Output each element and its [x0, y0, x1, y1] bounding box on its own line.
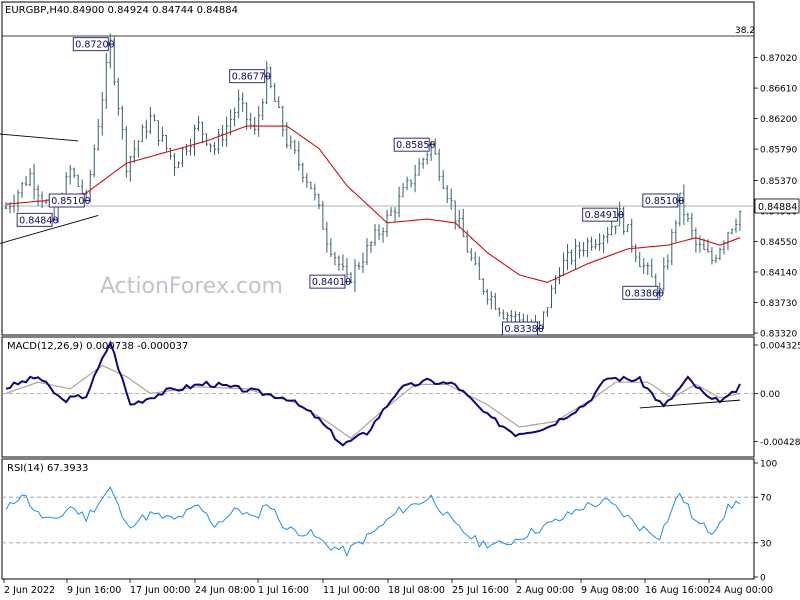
- x-tick-label: 2 Aug 00:00: [516, 585, 574, 596]
- x-tick-label: 25 Jul 16:00: [452, 585, 509, 596]
- x-tick-label: 16 Aug 16:00: [645, 585, 709, 596]
- rsi-y-tick: 100: [760, 460, 777, 470]
- x-tick-label: 24 Aug 00:00: [709, 585, 773, 596]
- price-label-text: 0.86770: [232, 72, 271, 83]
- x-tick-label: 17 Jun 00:00: [130, 585, 190, 596]
- x-tick-label: 2 Jun 2022: [4, 585, 55, 596]
- price-y-tick: 0.86200: [760, 115, 797, 125]
- price-label-0: 0.87200: [72, 37, 115, 52]
- price-label-text: 0.84010: [312, 277, 351, 288]
- macd-y-tick: 0.00: [760, 390, 780, 400]
- chart-ohlc: 0.84900 0.84924 0.84744 0.84884: [63, 5, 238, 16]
- current-price-value: 0.84884: [758, 202, 797, 213]
- price-label-2: 0.85850: [393, 137, 435, 152]
- price-y-tick: 0.84140: [760, 268, 797, 278]
- price-label-text: 0.85100: [645, 196, 684, 207]
- price-y-tick: 0.84550: [760, 238, 797, 248]
- x-tick-label: 9 Jun 16:00: [67, 585, 121, 596]
- macd-label: MACD(12,26,9) 0.000738 -0.000037: [7, 341, 188, 352]
- watermark: ActionForex.com: [100, 274, 283, 299]
- price-y-tick: 0.85370: [760, 177, 797, 187]
- price-label-8: 0.85100: [642, 193, 684, 208]
- price-label-text: 0.84840: [19, 215, 58, 226]
- price-label-text: 0.85100: [51, 196, 90, 207]
- price-y-tick: 0.87020: [760, 54, 797, 64]
- price-label-1: 0.86770: [229, 69, 271, 84]
- price-y-tick: 0.83730: [760, 299, 797, 309]
- forex-chart: EURGBP,H4 0.84900 0.84924 0.84744 0.8488…: [0, 0, 800, 600]
- price-label-3: 0.85100: [48, 193, 91, 208]
- rsi-y-tick: 70: [760, 494, 772, 504]
- price-y-tick: 0.86610: [760, 85, 797, 95]
- price-label-text: 0.83860: [625, 288, 664, 299]
- x-tick-label: 24 Jun 08:00: [195, 585, 255, 596]
- price-label-9: 0.83860: [622, 285, 664, 300]
- price-label-text: 0.87200: [75, 40, 114, 51]
- x-tick-label: 18 Jul 08:00: [388, 585, 445, 596]
- price-y-tick: 0.83320: [760, 330, 797, 340]
- fib-38-label: 38.2: [735, 26, 755, 36]
- x-tick-label: 1 Jul 16:00: [258, 585, 309, 596]
- rsi-y-tick: 30: [760, 539, 772, 549]
- price-label-5: 0.84010: [309, 274, 351, 289]
- macd-y-tick: 0.004325: [760, 341, 800, 351]
- macd-y-tick: -0.004288: [760, 438, 800, 448]
- price-label-6: 0.83380: [502, 321, 544, 336]
- price-label-7: 0.84910: [582, 207, 624, 222]
- price-label-text: 0.83380: [504, 324, 543, 335]
- x-tick-label: 9 Aug 08:00: [581, 585, 639, 596]
- price-label-text: 0.85850: [396, 140, 435, 151]
- x-tick-label: 11 Jul 00:00: [323, 585, 380, 596]
- rsi-y-tick: 0: [760, 574, 766, 584]
- price-label-text: 0.84910: [585, 210, 624, 221]
- price-y-tick: 0.85790: [760, 146, 797, 156]
- price-label-4: 0.84840: [16, 212, 58, 227]
- rsi-label: RSI(14) 67.3933: [7, 463, 88, 474]
- chart-symbol: EURGBP,H4: [5, 5, 63, 16]
